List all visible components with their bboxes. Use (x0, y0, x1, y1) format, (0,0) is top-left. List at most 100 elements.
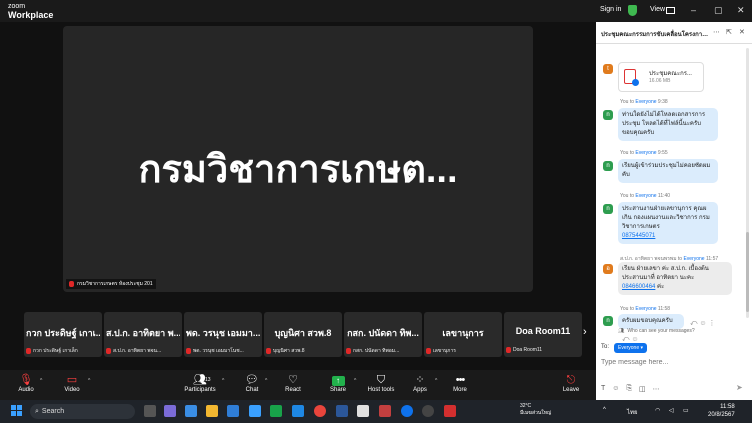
message-bubble[interactable]: เรียนผู้เข้าร่วมประชุมไม่คอยซัดผมคับ (618, 159, 718, 183)
taskbar-search[interactable]: ⌕ Search (30, 404, 135, 419)
phone-link[interactable]: 0846600464 (622, 284, 655, 290)
share-options-caret-icon[interactable]: ^ (354, 378, 356, 384)
media-player-icon[interactable] (422, 405, 434, 417)
chrome-icon[interactable] (314, 405, 326, 417)
close-chat-icon[interactable]: ✕ (739, 28, 745, 36)
view-grid-icon[interactable] (666, 7, 675, 14)
search-icon: ⌕ (35, 408, 39, 415)
people-icon: 👥︎ (618, 328, 625, 334)
participant-caption-text: บุญนิศา สวพ.8 (273, 348, 305, 354)
message-bubble[interactable]: ประสานงานฝ่ายเลขานุการ คุณผเกิน กองแผนงา… (618, 202, 718, 244)
file-name: ประชุมคณะกร... (649, 71, 692, 77)
pdf-reader-icon[interactable] (444, 405, 456, 417)
taskbar-clock[interactable]: 11:58 20/8/2567 (708, 403, 735, 419)
battery-icon[interactable]: ▭ (683, 407, 689, 414)
chat-header: ประชุมคณะกรรมการขับเคลื่อนโครงการ... ⋯ ⇱… (596, 22, 752, 44)
recipient-selector[interactable]: Everyone ▾ (614, 343, 648, 353)
send-icon[interactable]: ➤ (736, 383, 743, 392)
participant-caption: Doa Room11 (506, 347, 542, 353)
excel-icon[interactable] (270, 405, 282, 417)
attach-file-icon[interactable]: ⎘ (626, 385, 632, 393)
widgets-icon[interactable] (185, 405, 197, 417)
message-bubble[interactable]: เรียน ฝ่ายเลขา ค่ะ ส.ป.ก. เบื้องต้นประสา… (618, 262, 732, 295)
message-suffix: ค่ะ (655, 284, 665, 290)
sign-in-link[interactable]: Sign in (600, 6, 621, 13)
store-icon[interactable] (249, 405, 261, 417)
zoom-taskbar-icon[interactable] (401, 405, 413, 417)
share-button[interactable]: ↑ Share (318, 373, 358, 393)
more-options-icon[interactable]: ⋯ (713, 28, 720, 36)
windows-start-icon[interactable] (11, 405, 22, 416)
participants-label: Participants (184, 387, 216, 393)
participants-options-caret-icon[interactable]: ^ (222, 378, 224, 384)
participant-tile[interactable]: ส.ป.ก. อาทิตยา พ... ส.ป.ก. อาทิตยา พจน..… (104, 312, 182, 357)
search-label: Search (41, 408, 65, 415)
active-speaker-caption: กรมวิชาการเกษตร ห้องประชุม 201 (66, 279, 156, 289)
video-button[interactable]: ▭ Video (52, 373, 92, 393)
app-icon[interactable] (379, 405, 391, 417)
apps-button[interactable]: ⁘ Apps (400, 373, 440, 393)
message-actions-icon[interactable]: ⤺ ☺ (622, 336, 639, 342)
message-bubble[interactable]: ท่านใดยังไม่ได้โหลดเอกสารการประชุม โหลดไ… (618, 108, 718, 141)
reaction-icons[interactable]: ⤺ ☺ ⋮ (690, 319, 716, 328)
wifi-icon[interactable]: ◠ (655, 407, 660, 414)
leave-label: Leave (562, 387, 580, 393)
participant-tile[interactable]: พด. วรนุช เอมมา... พด. วรนุช เอมมาโนช... (184, 312, 262, 357)
popout-icon[interactable]: ⇱ (726, 28, 732, 36)
who-can-see-link[interactable]: 👥︎ Who can see your messages? (618, 328, 695, 334)
minimize-icon[interactable]: – (691, 5, 696, 15)
avatar: n (603, 110, 613, 120)
mail-icon[interactable] (227, 405, 239, 417)
shield-icon[interactable] (628, 5, 637, 16)
message-bubble[interactable]: ครับผมขอบคุณครับ (618, 314, 684, 329)
host-tools-button[interactable]: ⛉ Host tools (361, 373, 401, 393)
chat-options-caret-icon[interactable]: ^ (265, 378, 267, 384)
message-meta: You to Everyone 11:58 (620, 306, 670, 312)
participant-tile[interactable]: เลขานุการ เลขานุการ (424, 312, 502, 357)
avatar: อ (603, 264, 613, 274)
leave-button[interactable]: ⎋ Leave (551, 373, 591, 393)
copilot-icon[interactable] (164, 405, 176, 417)
next-page-arrow-icon[interactable]: › (583, 326, 587, 338)
weather-widget[interactable]: 32°C มีเมฆส่วนใหญ่ (520, 403, 551, 417)
chat-messages[interactable]: t ประชุมคณะกร... 16.06 MB You to Everyon… (596, 44, 752, 342)
participant-name: กวก ประดิษฐ์ เกาเ... (26, 328, 100, 338)
message-input[interactable] (601, 359, 745, 366)
share-icon: ↑ (318, 373, 358, 387)
more-options-icon[interactable]: ⋯ (653, 385, 660, 393)
notepad-icon[interactable] (357, 405, 369, 417)
message-text: ประสานงานฝ่ายเลขานุการ คุณผเกิน กองแผนงา… (622, 206, 710, 230)
participant-tile[interactable]: Doa Room11 Doa Room11 (504, 312, 582, 357)
participant-tile[interactable]: กสก. ปนัดดา ทิพ... กสก. ปนัดดา ทิพอม... (344, 312, 422, 357)
close-window-icon[interactable]: ✕ (737, 5, 745, 16)
react-button[interactable]: ♡ React (273, 373, 313, 393)
phone-link[interactable]: 0875445071 (622, 233, 655, 239)
active-speaker-tile[interactable]: กรมวิชาการเกษต... (63, 26, 533, 292)
audio-options-caret-icon[interactable]: ^ (40, 378, 42, 384)
maximize-icon[interactable]: ▢ (714, 5, 723, 16)
emoji-icon[interactable]: ☺ (612, 385, 619, 393)
volume-icon[interactable]: ◁ (669, 407, 674, 414)
tray-overflow-icon[interactable]: ^ (603, 407, 606, 413)
format-icon[interactable]: T (601, 385, 605, 393)
participant-caption-text: Doa Room11 (513, 347, 543, 353)
participant-name: พด. วรนุช เอมมา... (186, 328, 260, 338)
language-indicator[interactable]: ไทย (627, 407, 638, 417)
view-button[interactable]: View (650, 6, 665, 13)
word-icon[interactable] (336, 405, 348, 417)
more-button[interactable]: ••• More (440, 373, 480, 393)
participant-tile[interactable]: บุญนิศา สวพ.8 บุญนิศา สวพ.8 (264, 312, 342, 357)
task-view-icon[interactable] (144, 405, 156, 417)
chat-scrollbar-thumb[interactable] (746, 232, 749, 312)
meeting-toolbar: 🎙︎ Audio ^ ▭ Video ^ 👥︎ Participants ^ 💬… (0, 370, 596, 400)
edge-icon[interactable] (292, 405, 304, 417)
sender: You to (620, 306, 634, 312)
file-attachment[interactable]: ประชุมคณะกร... 16.06 MB (618, 62, 704, 92)
participant-tile[interactable]: กวก ประดิษฐ์ เกาเ... กวก ประดิษฐ์ เกาเล็… (24, 312, 102, 357)
mic-muted-icon (69, 281, 74, 287)
apps-options-caret-icon[interactable]: ^ (435, 378, 437, 384)
screenshot-icon[interactable]: ◫ (639, 385, 646, 393)
participants-button[interactable]: 👥︎ Participants (178, 373, 222, 393)
file-explorer-icon[interactable] (206, 405, 218, 417)
video-options-caret-icon[interactable]: ^ (88, 378, 90, 384)
